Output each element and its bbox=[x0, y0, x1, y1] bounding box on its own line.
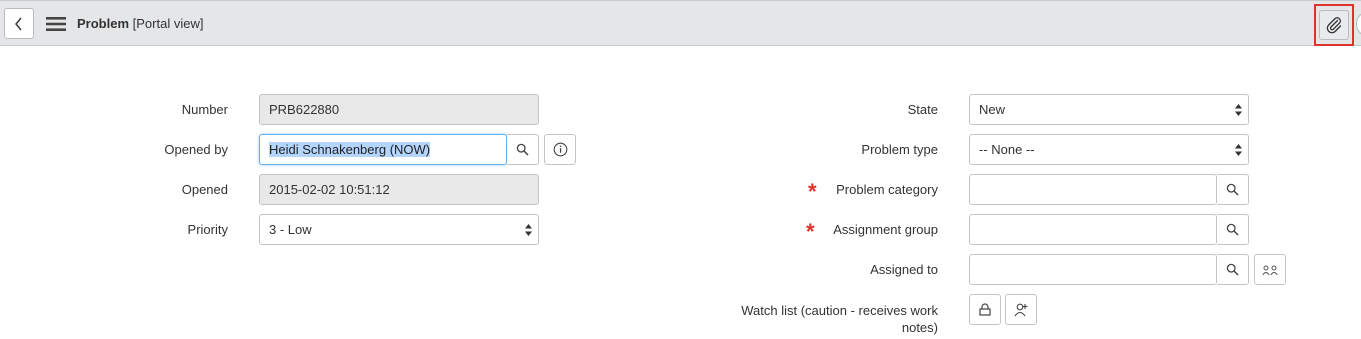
number-label: Number bbox=[181, 102, 228, 117]
priority-label: Priority bbox=[187, 222, 228, 237]
problem-category-label: Problem category bbox=[836, 182, 938, 197]
assignment-group-input[interactable] bbox=[969, 214, 1217, 245]
search-icon bbox=[1226, 223, 1239, 236]
search-icon bbox=[1226, 183, 1239, 196]
attachment-button[interactable] bbox=[1319, 10, 1349, 40]
state-label: State bbox=[907, 102, 938, 117]
opened-by-selected-text: Heidi Schnakenberg (NOW) bbox=[269, 142, 431, 157]
page-title-subtitle: [Portal view] bbox=[132, 16, 204, 31]
form-header: Problem [Portal view] bbox=[0, 0, 1361, 46]
hamburger-menu-icon[interactable] bbox=[46, 17, 66, 31]
select-arrows-icon bbox=[1235, 104, 1242, 116]
add-user-icon bbox=[1014, 303, 1028, 316]
chevron-left-icon bbox=[15, 17, 22, 30]
search-icon bbox=[1226, 263, 1239, 276]
page-title-main: Problem bbox=[77, 16, 130, 31]
assigned-to-label: Assigned to bbox=[870, 262, 938, 277]
search-icon bbox=[516, 143, 529, 156]
attachment-highlight bbox=[1314, 4, 1354, 46]
opened-field: 2015-02-02 10:51:12 bbox=[259, 174, 539, 205]
assigned-to-input[interactable] bbox=[969, 254, 1217, 285]
select-arrows-icon bbox=[525, 224, 532, 236]
state-select[interactable]: New bbox=[969, 94, 1249, 125]
state-selected-value: New bbox=[979, 102, 1006, 117]
select-arrows-icon bbox=[1235, 144, 1242, 156]
problem-type-label: Problem type bbox=[861, 142, 938, 157]
assigned-to-lookup-button[interactable] bbox=[1217, 254, 1249, 285]
assignment-group-label: Assignment group bbox=[833, 222, 938, 237]
watch-list-label-line1: Watch list (caution - receives work bbox=[741, 303, 938, 318]
problem-type-selected-value: -- None -- bbox=[979, 142, 1035, 157]
info-icon bbox=[553, 142, 567, 157]
problem-category-lookup-button[interactable] bbox=[1217, 174, 1249, 205]
more-options-button[interactable] bbox=[1356, 11, 1361, 37]
assign-to-me-button[interactable] bbox=[1254, 254, 1286, 285]
opened-by-lookup-button[interactable] bbox=[507, 134, 539, 165]
watch-list-add-me-button[interactable] bbox=[1005, 294, 1037, 325]
priority-selected-value: 3 - Low bbox=[269, 222, 312, 237]
problem-type-select[interactable]: -- None -- bbox=[969, 134, 1249, 165]
opened-by-input[interactable]: Heidi Schnakenberg (NOW) bbox=[259, 134, 507, 165]
page-title: Problem [Portal view] bbox=[77, 16, 203, 31]
paperclip-icon bbox=[1326, 17, 1342, 34]
group-users-icon bbox=[1262, 265, 1278, 275]
priority-select[interactable]: 3 - Low bbox=[259, 214, 539, 245]
watch-list-unlock-button[interactable] bbox=[969, 294, 1001, 325]
opened-label: Opened bbox=[181, 182, 228, 197]
problem-category-input[interactable] bbox=[969, 174, 1217, 205]
watch-list-label: Watch list (caution - receives work note… bbox=[700, 302, 938, 336]
opened-by-label: Opened by bbox=[164, 142, 228, 157]
number-field: PRB622880 bbox=[259, 94, 539, 125]
back-button[interactable] bbox=[4, 8, 34, 39]
assignment-group-lookup-button[interactable] bbox=[1217, 214, 1249, 245]
watch-list-label-line2: notes) bbox=[901, 320, 938, 335]
lock-icon bbox=[979, 303, 991, 316]
opened-by-info-button[interactable] bbox=[544, 134, 576, 165]
